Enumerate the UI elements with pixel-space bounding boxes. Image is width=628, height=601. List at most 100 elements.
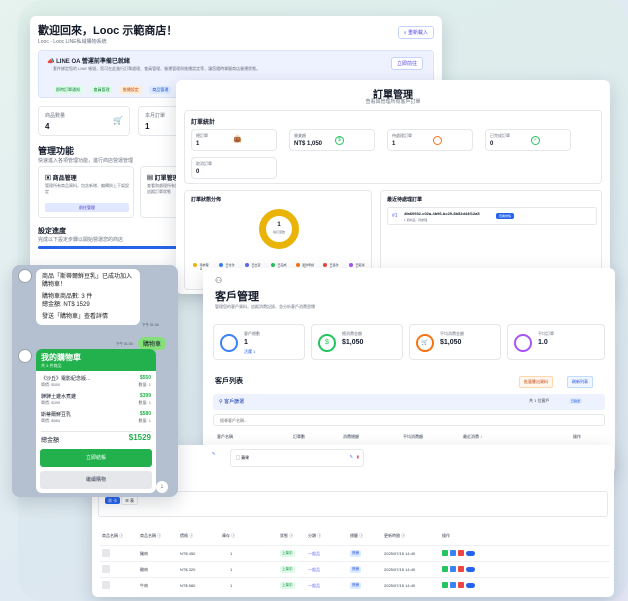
check-circle-icon: ✓ xyxy=(531,136,540,145)
legend-dot xyxy=(193,263,198,268)
table-row[interactable]: 豬肉 NT$ 450 1 上架中 一般品 熱銷 2025/07/15 14:40 xyxy=(100,545,610,559)
filter-count: 共 1 位客戶 xyxy=(529,398,550,403)
section-subtitle: 快速進入各項管理功能，進行商店營運管理 xyxy=(38,158,134,164)
stat-value: 4 xyxy=(45,122,50,131)
column-header: 平均消費額 xyxy=(403,434,423,439)
legend-dot xyxy=(219,263,224,268)
filter-badge: 已篩選 xyxy=(569,398,583,404)
feature-manage-button[interactable]: 前往管理 xyxy=(45,203,129,212)
feature-title: 商品管理 xyxy=(52,176,77,182)
column-header: 訂單數 xyxy=(293,434,305,439)
delete-icon[interactable] xyxy=(458,550,464,556)
search-input[interactable] xyxy=(213,414,605,426)
notice-tag: 即時訂單通知 xyxy=(53,86,83,94)
stat-value: 0 xyxy=(196,169,200,175)
delete-icon[interactable]: ▮ xyxy=(357,454,359,459)
message-line: 購物車商品數: 3 件 xyxy=(42,294,93,300)
refresh-button[interactable]: 刷新列表 xyxy=(567,376,593,388)
message-line: 發送「購物車」查看詳情 xyxy=(42,314,109,320)
stat-value: $1,050 xyxy=(440,339,462,346)
edit-icon[interactable] xyxy=(442,550,448,556)
column-header: 標籤 ⓘ xyxy=(350,533,364,538)
publish-toggle[interactable] xyxy=(466,566,475,572)
recent-order-row[interactable]: #1 4fa60932-c02a-4b96-bc29-8b52d44f12a5 … xyxy=(387,207,597,225)
customer-table-header: 客戶名稱 訂單數 消費總額 平均消費額 最近消費 ↓ 操作 xyxy=(213,432,605,442)
distribution-title: 訂單狀態分佈 xyxy=(191,197,222,203)
copy-icon[interactable] xyxy=(450,582,456,588)
publish-toggle[interactable] xyxy=(466,582,475,588)
donut-chart: 1 總訂單數 xyxy=(259,209,299,249)
status-badge: 上架中 xyxy=(280,566,295,573)
column-header: 客戶名稱 xyxy=(217,434,233,439)
checkout-button[interactable]: 立即結帳 xyxy=(40,449,152,467)
stat-value: 1 xyxy=(196,141,200,147)
notice-title: LINE OA 營運前準備已就緒 xyxy=(56,59,130,65)
item-unit-price: 單價: $399 xyxy=(41,400,61,405)
product-category: 一般品 xyxy=(308,583,320,588)
view-detail-button[interactable]: 查看詳情 xyxy=(496,213,515,219)
product-category: 一般品 xyxy=(308,551,320,556)
edit-icon[interactable]: ✎ xyxy=(350,454,353,459)
item-price: $550 xyxy=(139,375,151,381)
message-time: 下午 01:34 xyxy=(142,323,159,327)
edit-icon[interactable]: ✎ xyxy=(212,451,215,456)
table-row[interactable]: 雞肉 NT$ 320 1 上架中 一般品 熱銷 2025/07/15 14:40 xyxy=(100,561,610,575)
scroll-down-icon[interactable]: ↓ xyxy=(156,481,168,493)
stat-label: 取消訂單 xyxy=(196,161,212,166)
donut-value: 1 xyxy=(277,222,281,228)
product-stock: 1 xyxy=(230,583,233,588)
continue-shopping-button[interactable]: 繼續購物 xyxy=(40,471,152,489)
stats-title: 訂單統計 xyxy=(191,120,216,126)
updated-time: 2025/07/15 14:40 xyxy=(384,567,416,572)
users-icon: ⚇ xyxy=(215,276,223,285)
dashboard-subtitle: Looc - Looc LINE私域購物系統 xyxy=(38,39,107,45)
edit-icon[interactable] xyxy=(442,582,448,588)
table-row[interactable]: 牛肉 NT$ 580 1 上架中 一般品 熱銷 2025/07/15 14:40 xyxy=(100,577,610,591)
bot-message: 商品「斯蒂爾鮮豆乳」已成功加入購物車！ 購物車商品數: 3 件 總金額: NT$… xyxy=(36,269,140,325)
stat-value: 0 xyxy=(490,141,494,147)
stat-customer-total: 客戶總數 1 活躍 1 xyxy=(213,324,305,360)
bag-icon: 👜 xyxy=(233,136,242,143)
view-toggle[interactable]: ▦ 卡 ☰ 表 xyxy=(105,496,138,505)
cart-item: 驊驊土雞水煮雞 $399 單價: $399 數量: 1 xyxy=(41,393,151,409)
stat-value: $1,050 xyxy=(342,339,364,346)
stat-total-orders: 總訂單 1 👜 xyxy=(191,129,277,151)
publish-toggle[interactable] xyxy=(466,550,475,556)
box-icon: ▣ xyxy=(45,176,53,182)
cart-icon: 🛒 xyxy=(416,334,434,352)
column-header[interactable]: 最近消費 ↓ xyxy=(463,434,482,440)
reload-button[interactable]: ⌕ 重新載入 xyxy=(397,26,434,39)
updated-time: 2025/07/15 14:40 xyxy=(384,583,416,588)
legend-dot xyxy=(349,263,354,268)
bot-avatar xyxy=(18,269,32,283)
stat-value: 1 xyxy=(392,141,396,147)
message-line: 總金額: NT$ 1529 xyxy=(42,302,90,308)
item-price: $580 xyxy=(139,411,151,417)
customers-subtitle: 管理您的客戶資料，追蹤消費記錄，並分析客戶消費習慣 xyxy=(215,304,315,309)
stat-cancelled: 取消訂單 0 xyxy=(191,157,277,179)
message-time: 下午 01:34 xyxy=(116,342,133,346)
legend-dot xyxy=(245,263,250,268)
line-chat-window: 商品「斯蒂爾鮮豆乳」已成功加入購物車！ 購物車商品數: 3 件 總金額: NT$… xyxy=(12,265,178,497)
stat-revenue: 營業額 NT$ 1,050 $ xyxy=(289,129,375,151)
delete-icon[interactable] xyxy=(458,566,464,572)
filter-title: 客戶篩選 xyxy=(224,399,245,405)
export-button[interactable]: 批量匯出資料 xyxy=(519,376,553,388)
copy-icon[interactable] xyxy=(450,566,456,572)
filter-bar[interactable]: ⚲ 客戶篩選 共 1 位客戶 已篩選 xyxy=(213,394,605,410)
delete-icon[interactable] xyxy=(458,582,464,588)
edit-icon[interactable] xyxy=(442,566,448,572)
top-item-card[interactable]: ▢ 蘋果 ✎ ▮ xyxy=(230,449,364,467)
product-category: 一般品 xyxy=(308,567,320,572)
feature-card-products[interactable]: ▣ 商品管理 管理所有商品資料，包含新增、編輯與上下架設定 前往管理 xyxy=(38,166,134,218)
product-thumb xyxy=(102,581,110,589)
message-line: 商品「斯蒂爾鮮豆乳」已成功加入購物車！ xyxy=(42,274,133,288)
product-name: 牛肉 xyxy=(140,583,148,588)
legend-dot xyxy=(271,263,276,268)
notice-go-button[interactable]: 立即前往 xyxy=(390,57,423,70)
copy-icon[interactable] xyxy=(450,550,456,556)
stat-value: 1 xyxy=(145,122,150,131)
product-price: NT$ 320 xyxy=(180,567,196,572)
stat-label: 商品數量 xyxy=(45,113,66,119)
recent-order-id: 4fa60932-c02a-4b96-bc29-8b52d44f12a5 xyxy=(404,211,480,216)
